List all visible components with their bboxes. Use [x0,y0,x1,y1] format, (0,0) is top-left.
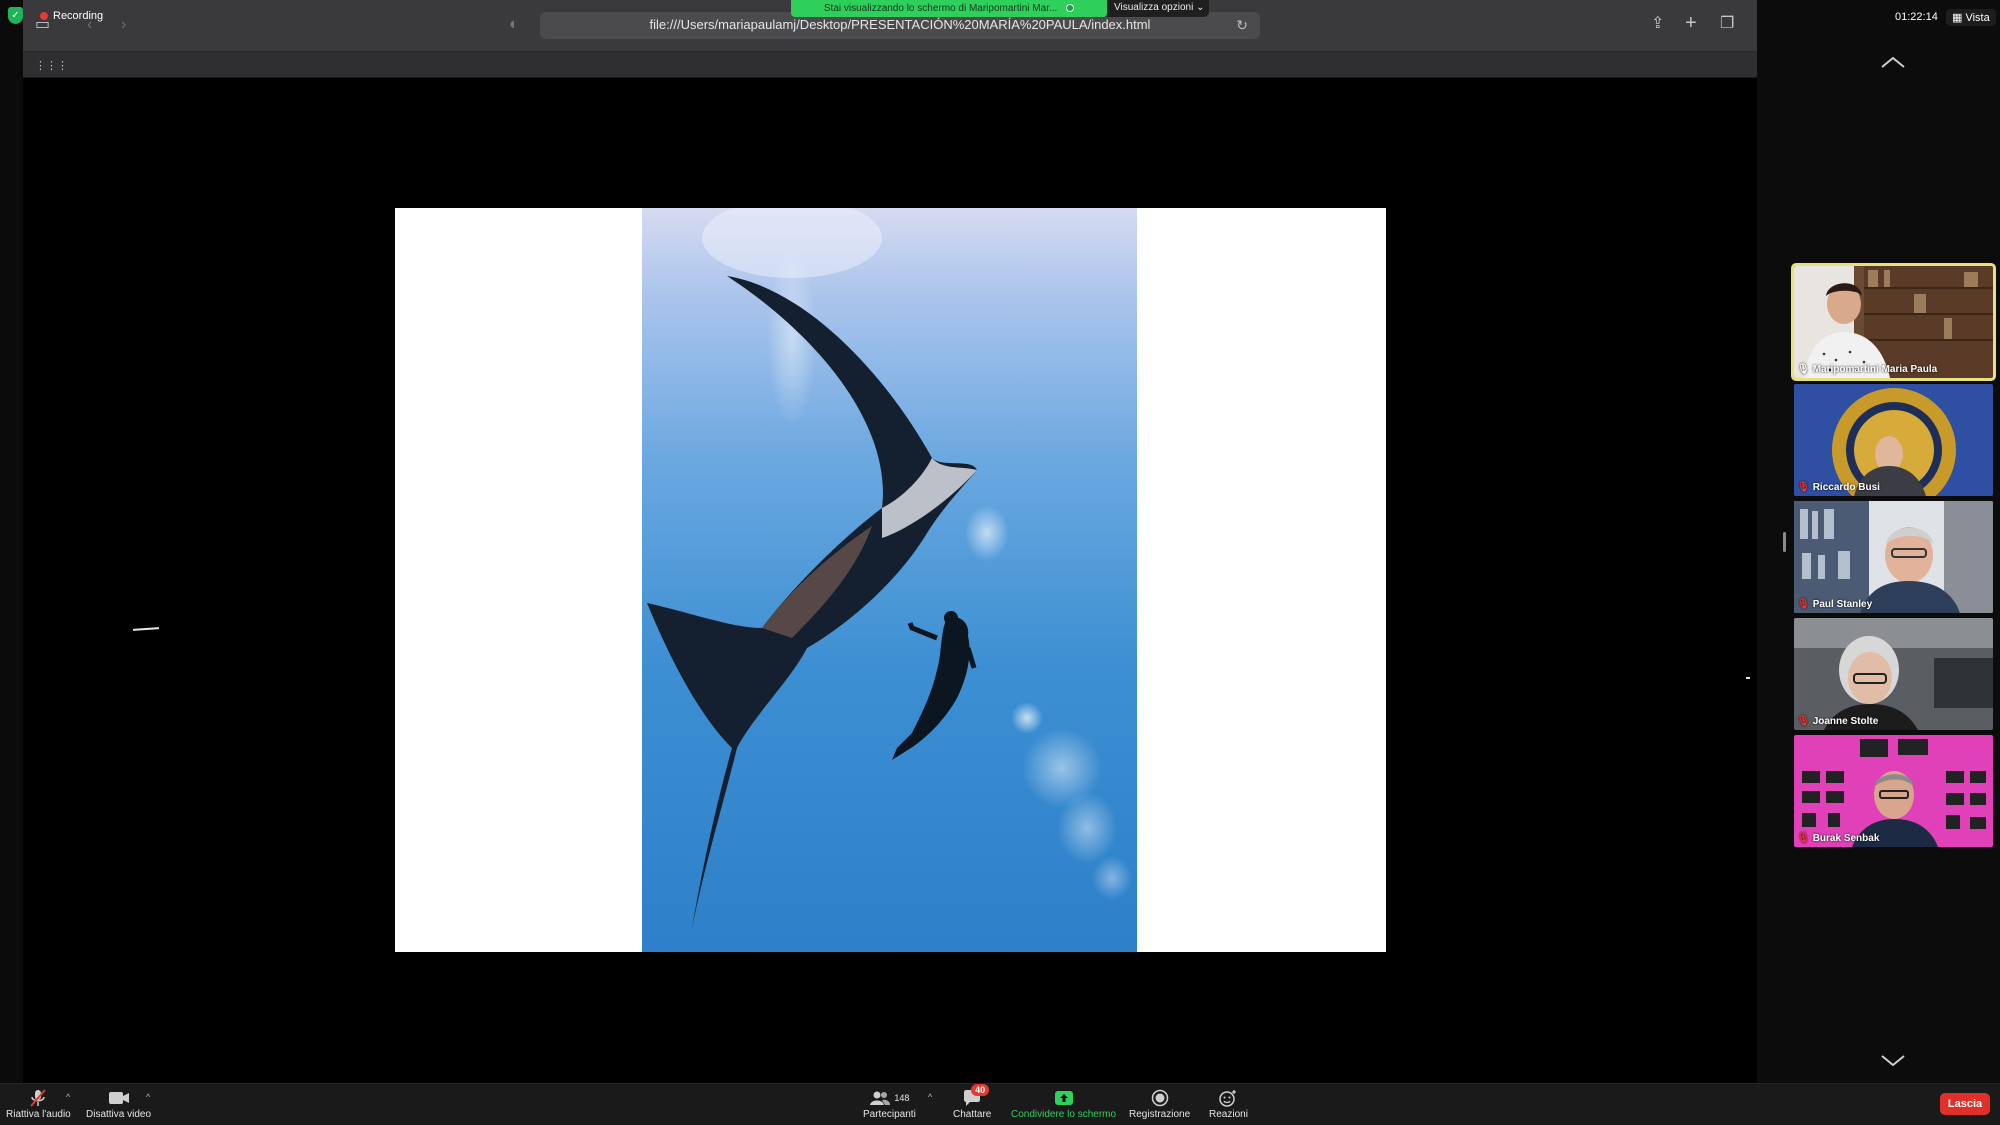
view-options-button[interactable]: Visualizza opzioni ⌄ [1107,0,1209,17]
share-icon[interactable]: ⇪ [1651,16,1664,32]
participants-options-caret-icon[interactable]: ^ [928,1092,932,1102]
cursor-glint [132,627,160,631]
manta-diver-illustration [647,208,1132,928]
microphone-icon: 🎙 [1797,364,1810,375]
sharing-dot-icon [1066,4,1075,13]
video-camera-icon [108,1088,130,1108]
participants-button[interactable]: 148 Partecipanti [863,1088,916,1120]
share-screen-label: Condividere lo schermo [1011,1109,1117,1120]
unmute-button[interactable]: Riattiva l'audio [6,1088,71,1120]
cursor-glint [1746,677,1750,679]
recording-dot-icon [40,11,48,20]
participant-name-text: Burak Senbak [1812,833,1880,844]
audio-options-caret-icon[interactable]: ^ [66,1092,70,1102]
participant-tile[interactable]: 🎙 Riccardo Busi [1794,384,1993,496]
url-text: file:///Users/mariapaulamj/Desktop/PRESE… [649,17,1151,32]
participant-name: 🎙 Burak Senbak [1797,833,1879,844]
view-button[interactable]: ▦ Vista [1946,9,1996,26]
participant-tile[interactable]: 🎙 Joanne Stolte [1794,618,1993,730]
participant-video [1794,618,1993,730]
forward-arrow-icon[interactable]: › [121,17,126,33]
muted-mic-icon: 🎙 [1797,482,1810,493]
chevron-up-icon[interactable] [1880,55,1906,69]
manta-ray-photo [642,208,1137,952]
leave-button[interactable]: Lascia [1940,1093,1990,1115]
share-screen-button[interactable]: Condividere lo schermo [1011,1088,1116,1120]
participants-icon: 148 [869,1088,909,1108]
muted-mic-icon: 🎙 [1797,599,1810,610]
emoji-icon [1218,1088,1238,1108]
view-options-label: Visualizza opzioni [1114,2,1194,13]
zoom-window: ▭ ‹ › ◐ file:///Users/mariapaulamj/Deskt… [0,0,2000,1125]
participants-count: 148 [894,1093,910,1103]
participant-name: 🎙 Joanne Stolte [1797,716,1878,727]
favorites-bar: ⋮⋮⋮ [23,52,1757,78]
participant-name-text: Paul Stanley [1812,599,1873,610]
participant-name: 🎙 Paul Stanley [1797,599,1872,610]
recording-label: Recording [53,9,104,22]
grid-icon[interactable]: ⋮⋮⋮ [35,58,68,74]
reactions-label: Reazioni [1209,1109,1248,1120]
sharing-banner-text: Stai visualizzando lo schermo di Maripom… [823,3,1058,14]
shield-icon: ✓ [8,7,23,24]
record-label: Registrazione [1129,1109,1191,1120]
participant-video [1794,501,1993,613]
new-tab-icon[interactable]: + [1685,13,1697,33]
chat-button[interactable]: 40 Chattare [953,1084,992,1120]
recording-indicator: ✓ Recording [8,7,103,24]
participant-tile[interactable]: 🎙 Paul Stanley [1794,501,1993,613]
stop-video-button[interactable]: Disattiva video [86,1088,151,1120]
participant-video [1794,266,1993,378]
video-options-caret-icon[interactable]: ^ [146,1092,150,1102]
participant-tile[interactable]: 🎙 Maripomartini Maria Paula [1791,263,1996,381]
view-label: Vista [1965,12,1990,24]
chevron-down-icon[interactable] [1880,1054,1906,1068]
stop-video-label: Disattiva video [86,1109,152,1120]
participant-name-text: Joanne Stolte [1812,716,1879,727]
meeting-toolbar [0,1083,2000,1125]
tab-overview-icon[interactable]: ❐ [1720,16,1734,32]
muted-mic-icon: 🎙 [1797,716,1810,727]
participant-video [1794,735,1993,847]
share-screen-icon [1054,1088,1074,1108]
privacy-shield-icon[interactable]: ◐ [509,17,519,33]
reactions-button[interactable]: Reazioni [1209,1088,1248,1120]
record-button[interactable]: Registrazione [1129,1088,1190,1120]
reload-icon[interactable]: ↻ [1236,17,1248,34]
participant-video [1794,384,1993,496]
chat-label: Chattare [953,1109,992,1120]
meeting-time: 01:22:14 [1895,11,1938,23]
resize-handle[interactable] [1783,532,1786,552]
participant-name-text: Riccardo Busi [1812,482,1880,493]
muted-mic-icon [29,1088,47,1108]
chevron-down-icon: ⌄ [1196,2,1205,13]
chat-badge: 40 [971,1084,990,1096]
participants-label: Partecipanti [863,1109,916,1120]
chat-icon: 40 [962,1084,990,1108]
participant-name-text: Maripomartini Maria Paula [1812,364,1938,375]
participant-name: 🎙 Riccardo Busi [1797,482,1880,493]
muted-mic-icon: 🎙 [1797,833,1810,844]
sharing-banner[interactable]: Stai visualizzando lo schermo di Maripom… [791,0,1107,17]
participant-name: 🎙 Maripomartini Maria Paula [1797,364,1937,375]
participant-tile[interactable]: 🎙 Burak Senbak [1794,735,1993,847]
presentation-slide [395,208,1386,952]
unmute-label: Riattiva l'audio [6,1109,71,1120]
view-icon: ▦ [1952,12,1966,24]
record-icon [1151,1088,1169,1108]
